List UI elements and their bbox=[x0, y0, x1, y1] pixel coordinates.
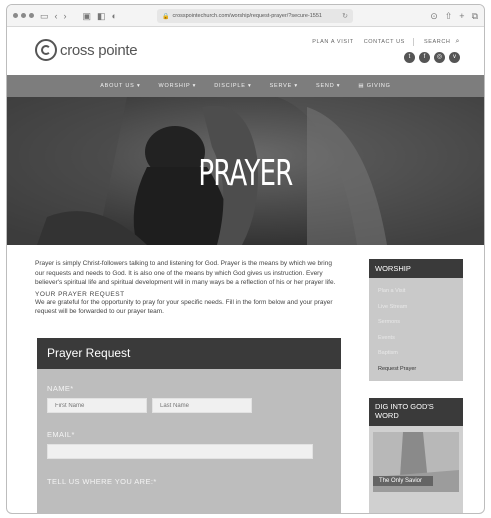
sermon-thumbnail[interactable]: The Only Savior bbox=[373, 432, 459, 492]
browser-toolbar: ▭ ‹ › ▣ ◧ ◐ 🔒 crosspointechurch.com/wors… bbox=[7, 5, 484, 27]
main-column: Prayer is simply Christ-followers talkin… bbox=[35, 259, 341, 317]
sidebar-item-request-prayer[interactable]: Request Prayer bbox=[369, 362, 463, 378]
prayer-request-form: Prayer Request NAME* EMAIL* TELL US WHER… bbox=[37, 338, 341, 513]
name-label: NAME* bbox=[47, 384, 74, 393]
logo-mark-icon bbox=[35, 39, 57, 61]
sidebar: WORSHIP Plan a Visit Live Stream Sermons… bbox=[369, 259, 463, 381]
request-text: We are grateful for the opportunity to p… bbox=[35, 298, 333, 316]
sidebar-item-baptism[interactable]: Baptism bbox=[369, 346, 463, 362]
divider bbox=[412, 38, 414, 46]
reload-icon[interactable]: ↻ bbox=[342, 12, 348, 20]
vimeo-icon[interactable]: v bbox=[449, 52, 460, 63]
nav-giving-label: GIVING bbox=[366, 83, 391, 89]
site-header: cross pointe PLAN A VISIT CONTACT US SEA… bbox=[7, 27, 484, 75]
plan-a-visit-link[interactable]: PLAN A VISIT bbox=[312, 39, 353, 45]
tabs-overview-icon[interactable]: ⧉ bbox=[472, 5, 478, 27]
sidebar-item-plan-a-visit[interactable]: Plan a Visit bbox=[369, 284, 463, 300]
sidebar-item-events[interactable]: Events bbox=[369, 331, 463, 347]
url-text: crosspointechurch.com/worship/request-pr… bbox=[172, 13, 322, 19]
request-heading: YOUR PRAYER REQUEST bbox=[35, 290, 125, 298]
worship-menu: WORSHIP Plan a Visit Live Stream Sermons… bbox=[369, 259, 463, 381]
new-tab-icon[interactable]: + bbox=[459, 5, 464, 27]
hero-banner: PRAYER bbox=[7, 97, 484, 245]
worship-menu-title: WORSHIP bbox=[369, 259, 463, 278]
first-name-input[interactable] bbox=[47, 398, 147, 413]
downloads-icon[interactable]: ⊙ bbox=[430, 5, 438, 27]
forward-icon[interactable]: › bbox=[64, 5, 67, 27]
lock-icon: 🔒 bbox=[162, 13, 170, 20]
logo-text: cross pointe bbox=[60, 41, 138, 59]
browser-window: ▭ ‹ › ▣ ◧ ◐ 🔒 crosspointechurch.com/wors… bbox=[6, 4, 485, 514]
twitter-icon[interactable]: t bbox=[404, 52, 415, 63]
nav-send[interactable]: SEND ▾ bbox=[316, 83, 340, 89]
nav-serve[interactable]: SERVE ▾ bbox=[270, 83, 298, 89]
contact-us-link[interactable]: CONTACT US bbox=[364, 39, 405, 45]
minimize-window-dot[interactable] bbox=[21, 13, 26, 18]
gift-icon: ▤ bbox=[358, 83, 367, 89]
privacy-icon[interactable]: ◐ bbox=[112, 5, 117, 27]
top-links: PLAN A VISIT CONTACT US SEARCH ⌕ bbox=[302, 38, 460, 46]
nav-about-us[interactable]: ABOUT US ▾ bbox=[100, 83, 140, 89]
dig-into-word-title: DIG INTO GOD'S WORD bbox=[369, 398, 463, 426]
window-controls bbox=[13, 13, 34, 18]
nav-giving[interactable]: ▤ GIVING bbox=[358, 83, 390, 89]
page-title: PRAYER bbox=[198, 153, 293, 194]
search-icon[interactable]: ⌕ bbox=[455, 38, 460, 46]
last-name-input[interactable] bbox=[152, 398, 252, 413]
sidebar-item-live-stream[interactable]: Live Stream bbox=[369, 300, 463, 316]
location-label: TELL US WHERE YOU ARE:* bbox=[47, 477, 157, 486]
page-content: Prayer is simply Christ-followers talkin… bbox=[7, 245, 484, 513]
browser-actions: ⊙ ⇧ + ⧉ bbox=[430, 5, 478, 27]
zoom-window-dot[interactable] bbox=[29, 13, 34, 18]
close-window-dot[interactable] bbox=[13, 13, 18, 18]
email-label: EMAIL* bbox=[47, 430, 75, 439]
main-nav: ABOUT US ▾ WORSHIP ▾ DISCIPLE ▾ SERVE ▾ … bbox=[7, 75, 484, 97]
email-input[interactable] bbox=[47, 444, 313, 459]
dig-into-word-card: DIG INTO GOD'S WORD The Only Savior bbox=[369, 398, 463, 513]
nav-worship[interactable]: WORSHIP ▾ bbox=[159, 83, 197, 89]
back-icon[interactable]: ‹ bbox=[55, 5, 58, 27]
facebook-icon[interactable]: f bbox=[419, 52, 430, 63]
form-title: Prayer Request bbox=[37, 338, 341, 369]
sidebar-toggle-icon[interactable]: ▭ bbox=[40, 5, 49, 27]
extension-icon[interactable]: ▣ bbox=[83, 5, 92, 27]
sidebar-item-sermons[interactable]: Sermons bbox=[369, 315, 463, 331]
search-link[interactable]: SEARCH bbox=[424, 39, 451, 45]
nav-disciple[interactable]: DISCIPLE ▾ bbox=[214, 83, 251, 89]
sermon-label: The Only Savior bbox=[373, 476, 433, 486]
social-links: t f ◎ v bbox=[404, 52, 460, 63]
address-bar[interactable]: 🔒 crosspointechurch.com/worship/request-… bbox=[157, 9, 353, 23]
instagram-icon[interactable]: ◎ bbox=[434, 52, 445, 63]
site-logo[interactable]: cross pointe bbox=[35, 39, 138, 61]
share-icon[interactable]: ⇧ bbox=[445, 5, 453, 27]
intro-text: Prayer is simply Christ-followers talkin… bbox=[35, 260, 336, 286]
shield-icon[interactable]: ◧ bbox=[97, 5, 106, 27]
